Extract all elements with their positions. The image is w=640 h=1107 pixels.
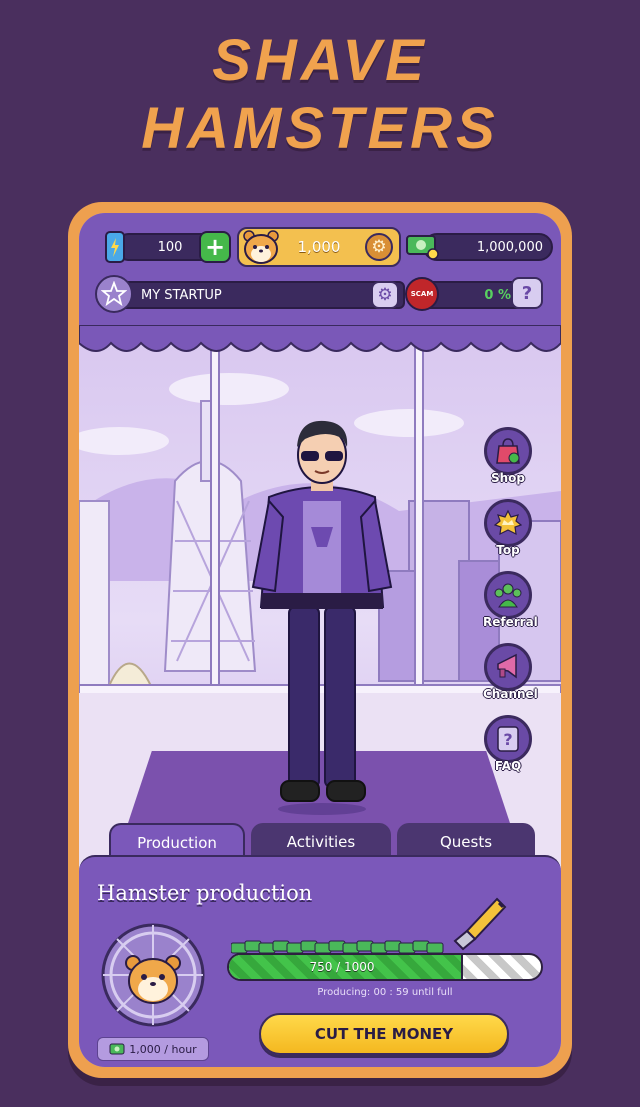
scalloped-awning [79, 325, 561, 352]
production-rate: 1,000 / hour [97, 1037, 209, 1061]
scam-badge-icon: SCAM [405, 277, 439, 311]
razor-icon [453, 897, 507, 951]
channel-label: Channel [483, 687, 538, 701]
producing-timer: Producing: 00 : 59 until full [317, 987, 453, 998]
help-button[interactable]: ? [511, 277, 543, 309]
svg-text:?: ? [503, 730, 512, 749]
rate-value: 1,000 / hour [129, 1042, 197, 1056]
group-icon [484, 571, 532, 619]
title-line-2: HAMSTERS [141, 96, 499, 161]
startup-settings-button[interactable]: ⚙ [371, 281, 399, 309]
office-scene: Shop Top Referral Channel ? FAQ [79, 341, 561, 911]
hamster-face-icon [239, 225, 283, 269]
add-energy-button[interactable]: + [199, 231, 231, 263]
tab-quests-label: Quests [439, 833, 493, 851]
scam-badge-label: SCAM [410, 290, 434, 298]
cash-counter: 1,000,000 [423, 233, 553, 261]
question-icon: ? [484, 715, 532, 763]
cash-value: 1,000,000 [476, 239, 543, 255]
avatar-character[interactable] [247, 417, 397, 817]
top-label: Top [496, 543, 520, 557]
faq-button[interactable]: ? FAQ [483, 715, 533, 773]
help-question-label: ? [521, 282, 533, 304]
tab-production-label: Production [137, 834, 217, 852]
game-screen: 100 + 1,000 ⚙ 1,000,000 MY STARTUP ⚙ 0 %… [79, 213, 561, 1067]
cut-the-money-button[interactable]: CUT THE MONEY [259, 1013, 509, 1055]
production-progress-bar: 750 / 1000 [227, 953, 543, 981]
production-panel: Hamster production 750 / 1000 Producing:… [79, 855, 561, 1067]
shop-label: Shop [490, 471, 526, 485]
faq-label: FAQ [494, 759, 522, 773]
crown-icon [484, 499, 532, 547]
gear-icon: ⚙ [377, 285, 393, 305]
phone-frame: 100 + 1,000 ⚙ 1,000,000 MY STARTUP ⚙ 0 %… [68, 202, 572, 1078]
cash-icon [109, 1043, 125, 1055]
coins-value: 1,000 [297, 238, 341, 256]
coin-gear-icon: ⚙ [371, 237, 387, 257]
tab-activities-label: Activities [286, 833, 356, 851]
startup-name: MY STARTUP [141, 287, 222, 303]
startup-emblem-icon [95, 275, 133, 313]
cut-button-label: CUT THE MONEY [314, 1025, 454, 1043]
energy-can-icon [99, 229, 131, 265]
channel-button[interactable]: Channel [483, 643, 538, 701]
shop-bag-icon [484, 427, 532, 475]
coin-settings-button[interactable]: ⚙ [365, 233, 393, 261]
progress-text: 750 / 1000 [309, 960, 375, 974]
cash-bill-icon [405, 231, 439, 261]
energy-value: 100 [157, 239, 183, 255]
panel-title: Hamster production [97, 881, 313, 905]
top-bar: 100 + 1,000 ⚙ 1,000,000 MY STARTUP ⚙ 0 %… [79, 213, 561, 341]
referral-button[interactable]: Referral [483, 571, 538, 629]
shop-button[interactable]: Shop [483, 427, 533, 485]
scam-percent: 0 % [484, 287, 511, 303]
plus-icon: + [204, 233, 226, 261]
referral-label: Referral [483, 615, 538, 629]
title-line-1: SHAVE [212, 28, 428, 93]
hamster-wheel[interactable] [97, 919, 209, 1031]
startup-name-bar[interactable]: MY STARTUP [115, 281, 405, 309]
top-button[interactable]: Top [483, 499, 533, 557]
megaphone-icon [484, 643, 532, 691]
